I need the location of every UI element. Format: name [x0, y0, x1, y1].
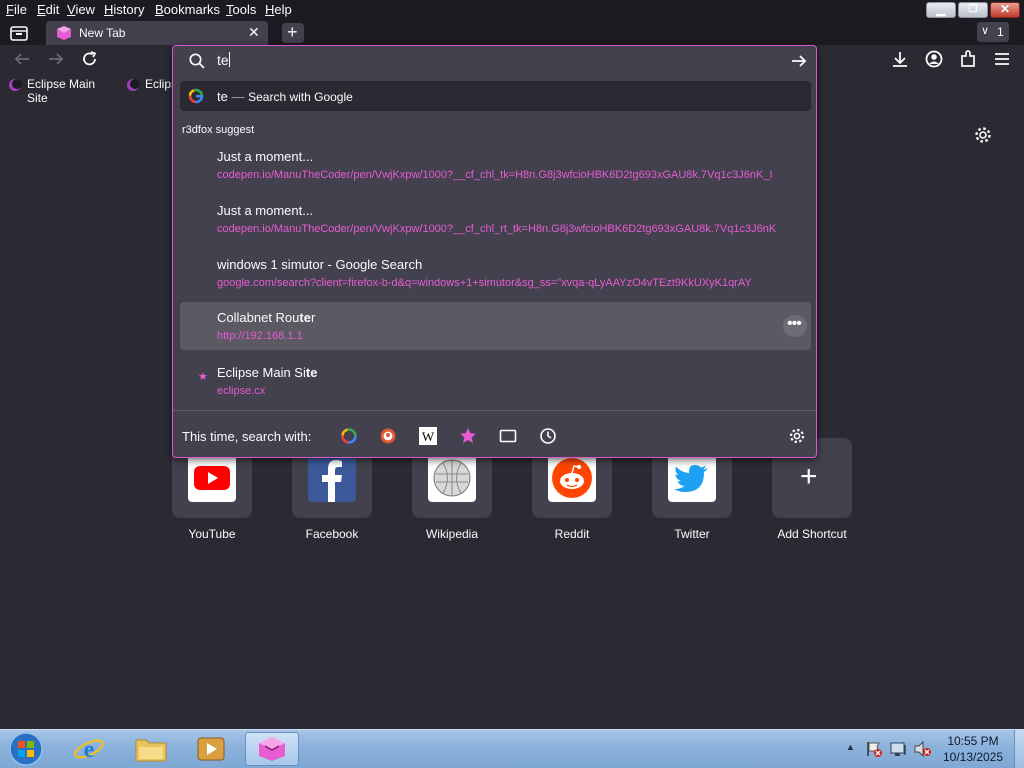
bookmark-eclipse-2[interactable]: Eclips: [124, 76, 172, 92]
minimize-button[interactable]: ▁: [926, 2, 956, 18]
duckduckgo-engine-icon[interactable]: [379, 427, 397, 445]
show-hidden-icons-icon[interactable]: ▲: [846, 742, 855, 752]
menu-file[interactable]: File: [6, 2, 27, 17]
taskbar-browser-button[interactable]: [245, 732, 299, 766]
result-row[interactable]: windows 1 simutor - Google Search google…: [180, 248, 811, 296]
tab-close-icon[interactable]: ✕: [248, 24, 260, 41]
volume-muted-icon[interactable]: [913, 740, 933, 758]
menu-view[interactable]: View: [67, 2, 95, 17]
newtab-settings-gear-icon[interactable]: [973, 125, 993, 145]
reddit-icon: [548, 454, 596, 502]
chevron-down-icon: ∨: [981, 25, 990, 37]
facebook-icon: [308, 454, 356, 502]
google-engine-icon[interactable]: [340, 427, 358, 445]
wikipedia-globe-icon: [428, 454, 476, 502]
back-icon[interactable]: [12, 50, 32, 68]
file-explorer-folder-icon[interactable]: [134, 734, 168, 764]
result-search-with-google[interactable]: te — Search with Google: [180, 81, 811, 111]
wikipedia-engine-icon[interactable]: W: [419, 427, 437, 445]
svg-text:W: W: [422, 429, 435, 444]
divider: [173, 410, 816, 411]
downloads-icon[interactable]: [890, 49, 910, 69]
plus-icon: +: [800, 460, 818, 493]
svg-text:e: e: [84, 737, 95, 763]
browser-logo-icon: [259, 737, 285, 761]
menu-bar: File Edit View History Bookmarks Tools H…: [0, 0, 1024, 20]
bookmark-star-icon: ★: [198, 371, 208, 383]
maximize-button[interactable]: ❐: [958, 2, 988, 18]
url-input[interactable]: te: [217, 52, 777, 72]
shortcut-label: Add Shortcut: [777, 527, 847, 541]
go-arrow-icon[interactable]: [790, 52, 808, 70]
urlbar-popup: te te — Search with Google r3dfox sugges…: [172, 45, 817, 458]
account-icon[interactable]: [924, 49, 944, 69]
eclipse-favicon-icon: [9, 79, 22, 91]
menu-help[interactable]: Help: [265, 2, 292, 17]
new-tab-button[interactable]: +: [282, 22, 304, 43]
group-label: r3dfox suggest: [182, 124, 255, 136]
firefox-view-icon[interactable]: [9, 24, 29, 42]
shortcut-label: Facebook: [305, 527, 359, 541]
show-desktop-button[interactable]: [1014, 730, 1024, 768]
plus-icon: +: [287, 22, 298, 42]
tab-count: 1: [997, 25, 1004, 39]
menu-history[interactable]: History: [104, 2, 144, 17]
forward-icon[interactable]: [46, 50, 66, 68]
start-button-icon[interactable]: [7, 731, 45, 767]
shortcut-label: Twitter: [674, 527, 710, 541]
close-window-button[interactable]: ✕: [990, 2, 1020, 18]
twitter-bird-icon: [668, 454, 716, 502]
youtube-icon: [188, 454, 236, 502]
menu-bookmarks[interactable]: Bookmarks: [155, 2, 220, 17]
eclipse-favicon-icon: [127, 79, 140, 91]
result-menu-button[interactable]: •••: [783, 315, 807, 337]
bookmarks-engine-star-icon[interactable]: [459, 427, 477, 445]
result-row[interactable]: Just a moment... codepen.io/ManuTheCoder…: [180, 194, 811, 242]
shortcut-label: YouTube: [188, 527, 236, 541]
clock-date: 10/13/2025: [942, 750, 1004, 764]
shortcut-label: Reddit: [554, 527, 590, 541]
menu-edit[interactable]: Edit: [37, 2, 59, 17]
result-row[interactable]: ★ Eclipse Main Site eclipse.cx: [180, 356, 811, 404]
clock-time: 10:55 PM: [947, 734, 999, 748]
shortcut-label: Wikipedia: [425, 527, 479, 541]
extensions-icon[interactable]: [958, 49, 978, 69]
google-icon: [188, 88, 204, 104]
tab-new-tab[interactable]: New Tab ✕: [46, 21, 268, 45]
browser-logo-icon: [57, 26, 71, 40]
clock[interactable]: 10:55 PM 10/13/2025: [938, 734, 1008, 764]
action-center-flag-icon[interactable]: [865, 740, 883, 758]
search-with-label: This time, search with:: [182, 429, 312, 444]
tab-title: New Tab: [79, 26, 126, 40]
search-icon: [189, 53, 205, 69]
tabs-engine-icon[interactable]: [499, 427, 517, 445]
reload-icon[interactable]: [80, 49, 100, 69]
restore-icon: ❐: [968, 4, 978, 15]
close-icon: ✕: [999, 2, 1011, 16]
search-settings-gear-icon[interactable]: [788, 427, 806, 445]
network-icon[interactable]: [889, 740, 909, 758]
result-row-selected[interactable]: Collabnet Router http://192.168.1.1 •••: [180, 302, 811, 350]
more-dots-icon: •••: [787, 315, 802, 332]
tab-count-button[interactable]: ∨ 1: [977, 22, 1009, 42]
app-menu-icon[interactable]: [992, 49, 1012, 69]
taskbar: e ▲ 10:55 PM 10/13/2025: [0, 729, 1024, 768]
bookmark-eclipse-main-site[interactable]: Eclipse Main Site: [6, 76, 118, 105]
menu-tools[interactable]: Tools: [226, 2, 256, 17]
media-player-icon[interactable]: [194, 734, 228, 764]
history-engine-clock-icon[interactable]: [539, 427, 557, 445]
minimize-icon: ▁: [936, 2, 946, 16]
result-row[interactable]: Just a moment... codepen.io/ManuTheCoder…: [180, 140, 811, 188]
internet-explorer-icon[interactable]: e: [72, 733, 106, 765]
